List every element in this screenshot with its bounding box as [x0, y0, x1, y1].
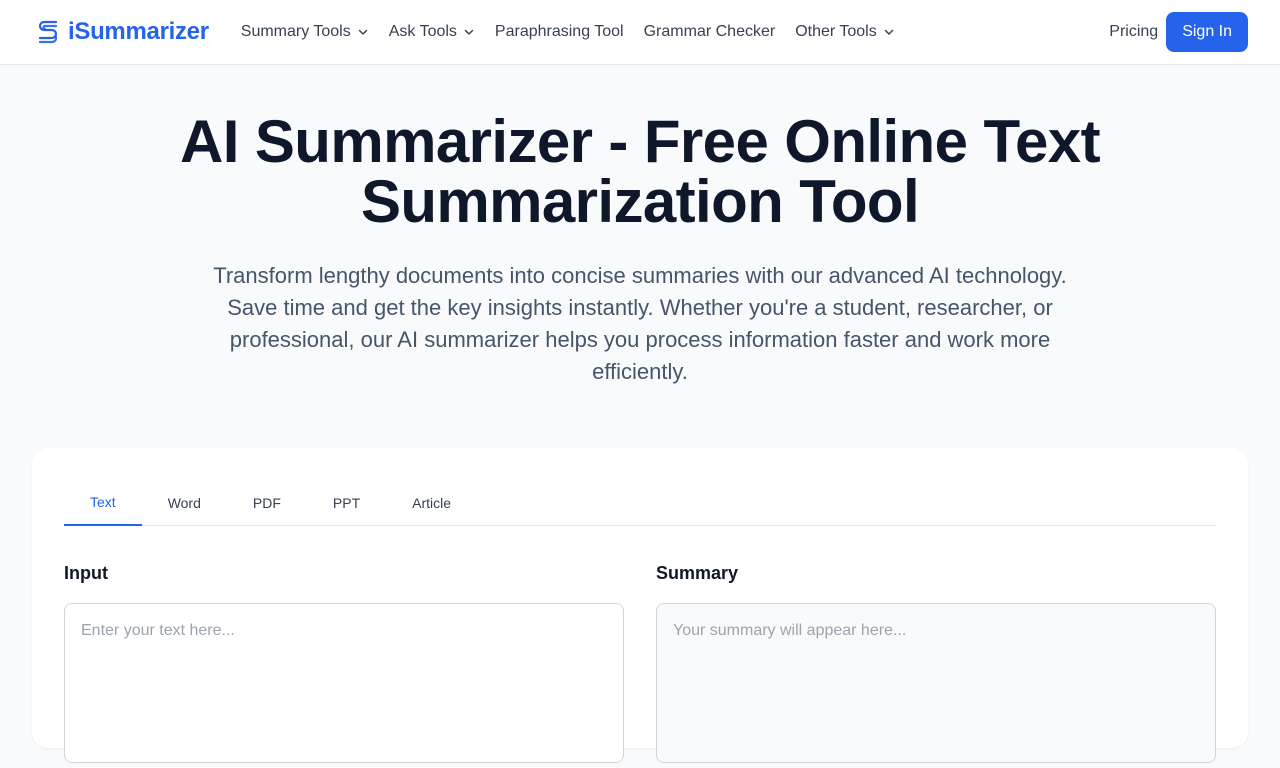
chevron-down-icon	[464, 29, 474, 35]
top-navbar: iSummarizer Summary Tools Ask Tools Para…	[0, 0, 1280, 65]
tab-word[interactable]: Word	[142, 480, 227, 526]
nav-other-tools-label: Other Tools	[795, 23, 877, 40]
nav-grammar-checker-label: Grammar Checker	[643, 23, 776, 40]
chevron-down-icon	[884, 29, 893, 35]
brand-logo-icon	[38, 20, 58, 44]
summary-label: Summary	[656, 563, 739, 583]
io-panels: Input Summary Your summary will appear h…	[64, 563, 1216, 768]
nav-ask-tools[interactable]: Ask Tools	[389, 23, 475, 41]
tab-text[interactable]: Text	[64, 480, 142, 526]
tab-article[interactable]: Article	[386, 480, 477, 526]
sign-in-button[interactable]: Sign In	[1166, 12, 1248, 52]
main-nav: Summary Tools Ask Tools Paraphrasing Too…	[241, 23, 895, 41]
nav-paraphrasing-tool-label: Paraphrasing Tool	[494, 23, 624, 40]
brand-logo-link[interactable]: iSummarizer	[36, 18, 209, 46]
input-textarea[interactable]	[64, 603, 624, 763]
brand-name: iSummarizer	[68, 18, 209, 45]
hero-section: AI Summarizer - Free Online Text Summari…	[0, 112, 1280, 388]
chevron-down-icon	[358, 29, 367, 35]
page-title: AI Summarizer - Free Online Text Summari…	[180, 108, 1101, 235]
tab-pdf[interactable]: PDF	[227, 480, 307, 526]
page-subtitle: Transform lengthy documents into concise…	[213, 263, 1067, 384]
nav-summary-tools-label: Summary Tools	[240, 23, 351, 40]
nav-ask-tools-label: Ask Tools	[388, 23, 457, 40]
tab-ppt[interactable]: PPT	[307, 480, 386, 526]
summarizer-card: Text Word PDF PPT Article Input Summary …	[32, 448, 1248, 763]
nav-summary-tools[interactable]: Summary Tools	[241, 23, 369, 41]
nav-other-tools[interactable]: Other Tools	[795, 23, 895, 41]
input-type-tabs: Text Word PDF PPT Article	[64, 480, 1216, 526]
summary-output: Your summary will appear here...	[656, 603, 1216, 763]
nav-grammar-checker[interactable]: Grammar Checker	[644, 23, 776, 41]
header-actions: Pricing Sign In	[1109, 12, 1248, 52]
pricing-link[interactable]: Pricing	[1109, 23, 1158, 41]
input-panel: Input	[64, 563, 624, 768]
summary-panel: Summary Your summary will appear here...	[656, 563, 1216, 768]
input-label: Input	[64, 563, 108, 583]
nav-paraphrasing-tool[interactable]: Paraphrasing Tool	[495, 23, 624, 41]
